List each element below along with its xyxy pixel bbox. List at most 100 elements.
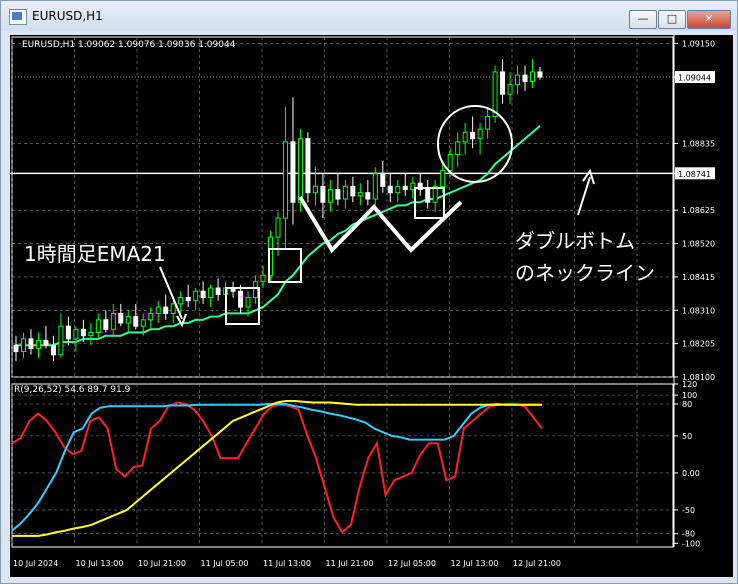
oscillator-series-1 [11, 401, 543, 534]
candle-body [522, 74, 528, 82]
candle-body [208, 287, 214, 299]
x-axis-tick-label: 12 Jul 21:00 [513, 559, 561, 568]
oscillator-axis-tick-label: -50 [682, 506, 695, 515]
x-axis-tick-label: 10 Jul 2024 [13, 559, 58, 568]
oscillator-axis-tick-label: 100 [682, 391, 697, 400]
candle-body [395, 185, 401, 194]
candle-body [215, 287, 221, 295]
candle-body [43, 339, 49, 346]
candle-body [80, 328, 86, 337]
candle-body [470, 131, 476, 140]
candle-body [327, 189, 333, 203]
candle-body [537, 71, 543, 78]
candle-body [193, 290, 199, 302]
candle-body [65, 325, 71, 340]
candle-body [335, 189, 341, 200]
candle-body [402, 185, 408, 191]
candle-body [455, 141, 461, 156]
candle-body [238, 290, 244, 308]
candle-body [492, 71, 498, 117]
candle-body [387, 185, 393, 194]
x-axis-tick-label: 11 Jul 21:00 [326, 559, 374, 568]
candle-body [133, 316, 139, 327]
candle-body [440, 169, 446, 187]
close-button[interactable]: ✕ [687, 10, 731, 29]
candle-body [140, 319, 146, 327]
maximize-button[interactable]: □ [658, 10, 686, 29]
candle-body [155, 306, 161, 314]
candle-body [290, 141, 296, 203]
candle-body [185, 297, 191, 302]
price-axis-tick-label: 1.08625 [682, 206, 715, 215]
oscillator-axis-tick-label: -100 [682, 539, 700, 548]
candle-body [485, 115, 491, 130]
chart-window: EURUSD,H1 — □ ✕ 10 Jul 2024 10 Jul 13:00 1… [0, 0, 738, 584]
candle-body [148, 312, 154, 321]
chart-canvas[interactable]: 10 Jul 2024 10 Jul 13:00 10 Jul 21:00 11 Ju… [10, 35, 733, 577]
candle-body [500, 71, 506, 95]
candle-body [178, 297, 184, 305]
candle-body [103, 319, 109, 330]
candle-body [350, 185, 356, 197]
candle-body [58, 325, 64, 356]
candle-body [342, 185, 348, 200]
neckline-annotation-arrow [577, 168, 595, 216]
oscillator-axis-tick-label: 80 [682, 400, 692, 409]
symbol-info-label: EURUSD,H1 1.09062 1.09076 1.09036 1.0904… [22, 40, 236, 50]
x-axis-tick-label: 11 Jul 13:00 [263, 559, 311, 568]
price-axis-tick-label: 1.08835 [682, 139, 715, 148]
candle-body [282, 141, 288, 219]
minimize-button[interactable]: — [629, 10, 657, 29]
chart-window-icon [9, 9, 27, 25]
chart-frame[interactable]: 10 Jul 2024 10 Jul 13:00 10 Jul 21:00 11 Ju… [10, 35, 733, 577]
candle-body [530, 71, 536, 82]
ema-annotation-label: 1時間足EMA21 [24, 242, 166, 266]
candle-body [357, 192, 363, 197]
price-marker-label: 1.09044 [678, 74, 711, 83]
candle-body [275, 217, 281, 238]
candle-body [320, 185, 326, 203]
candle-body [73, 328, 79, 340]
oscillator-label: R(9,26,52) 54.6 89.7 91.9 [14, 385, 131, 395]
price-axis-tick-label: 1.08205 [682, 340, 715, 349]
candle-body [365, 192, 371, 200]
x-axis-tick-label: 11 Jul 05:00 [201, 559, 249, 568]
candle-body [515, 74, 521, 86]
candle-body [50, 344, 56, 356]
candle-body [200, 290, 206, 299]
candle-body [425, 189, 431, 203]
candle-body [13, 344, 19, 353]
candle-body [447, 154, 453, 171]
breakout-highlight-circle [437, 105, 513, 183]
candle-body [170, 303, 176, 314]
x-axis-tick-label: 12 Jul 05:00 [388, 559, 436, 568]
title-bar[interactable]: EURUSD,H1 — □ ✕ [1, 1, 737, 31]
candle-body [35, 339, 41, 349]
candle-body [312, 185, 318, 194]
x-axis-tick-label: 12 Jul 13:00 [451, 559, 499, 568]
price-axis-tick-label: 1.08520 [682, 240, 715, 249]
candle-body [28, 338, 34, 349]
window-title: EURUSD,H1 [32, 9, 103, 23]
candle-body [95, 319, 101, 334]
candle-body [118, 312, 124, 324]
candle-body [163, 306, 169, 314]
price-marker-label: 1.08741 [678, 170, 711, 179]
candle-body [110, 312, 116, 330]
candle-body [507, 84, 513, 95]
candle-body [462, 131, 468, 143]
oscillator-axis-tick-label: 0.00 [682, 469, 700, 478]
oscillator-axis-tick-label: 120 [682, 380, 697, 389]
neckline-annotation-line1: ダブルボトム [515, 229, 635, 253]
candle-body [380, 173, 386, 187]
oscillator-series-2 [11, 402, 542, 532]
candle-body [253, 281, 259, 299]
neckline-annotation-line2: のネックライン [515, 261, 655, 285]
candle-body [20, 338, 26, 353]
oscillator-panel-border [11, 383, 674, 548]
candle-body [477, 128, 483, 140]
x-axis-tick-label: 10 Jul 21:00 [138, 559, 186, 568]
x-axis-tick-label: 10 Jul 13:00 [76, 559, 124, 568]
candle-body [88, 332, 94, 337]
oscillator-axis-tick-label: -80 [682, 530, 695, 539]
